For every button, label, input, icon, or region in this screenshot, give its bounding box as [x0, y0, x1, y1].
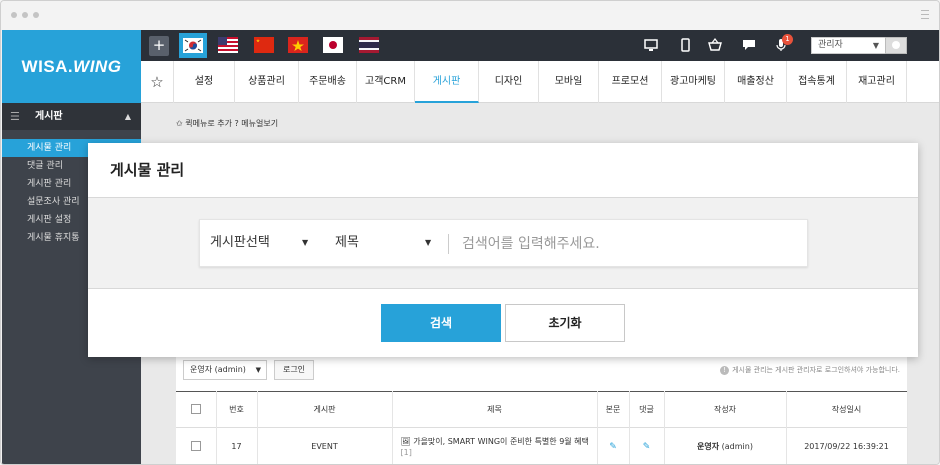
browser-window: WISA. WING + 1 관리자 ▼ ☆ 설정 상품관리 주문배송 고객CR…	[0, 0, 940, 465]
notice-text: 게시물 관리는 게시판 관리자로 로그인하셔야 가능합니다.	[732, 366, 900, 374]
hamburger-icon[interactable]	[921, 10, 929, 19]
top-bar: + 1 관리자 ▼	[141, 30, 939, 61]
col-board: 게시판	[257, 391, 393, 428]
main-nav: ☆ 설정 상품관리 주문배송 고객CRM 게시판 디자인 모바일 프로모션 광고…	[141, 61, 939, 103]
window-chrome	[1, 1, 939, 30]
author-name: 운영자	[697, 442, 720, 452]
info-icon: !	[720, 366, 730, 375]
add-site-button[interactable]: +	[149, 36, 169, 56]
quick-add-link[interactable]: 퀵메뉴로 추가	[185, 119, 232, 128]
col-comment: 댓글	[629, 391, 665, 428]
favorite-star-icon[interactable]: ☆	[141, 61, 174, 103]
nav-item-inventory[interactable]: 재고관리	[847, 61, 907, 103]
admin-select[interactable]: 운영자 (admin) ▼	[183, 360, 267, 380]
board-list: 운영자 (admin) ▼ 로그인 ! 게시물 관리는 게시판 관리자로 로그인하…	[176, 353, 908, 464]
mobile-icon[interactable]	[678, 38, 692, 52]
nav-item-promotion[interactable]: 프로모션	[599, 61, 662, 103]
login-button[interactable]: 로그인	[274, 360, 314, 380]
edit-icon[interactable]: ✎	[643, 442, 651, 452]
logo[interactable]: WISA. WING	[2, 30, 141, 103]
desktop-icon[interactable]	[644, 38, 658, 52]
japan-flag-icon[interactable]	[323, 37, 343, 53]
korea-flag-icon[interactable]	[179, 33, 207, 58]
vietnam-flag-icon[interactable]	[288, 37, 308, 53]
caret-down-icon: ▼	[872, 41, 879, 50]
nav-item-stats[interactable]: 접속통계	[787, 61, 847, 103]
caret-down-icon: ▼	[302, 238, 309, 247]
question-icon: ?	[234, 119, 239, 128]
sidebar-header[interactable]: ☰ 게시판 ▲	[2, 103, 141, 130]
notification-badge: 1	[782, 34, 793, 45]
nav-item-settings[interactable]: 설정	[174, 61, 235, 103]
admin-select-value: 운영자 (admin)	[190, 365, 246, 374]
nav-item-sales[interactable]: 매출정산	[725, 61, 787, 103]
nav-item-orders[interactable]: 주문배송	[299, 61, 357, 103]
list-icon: ☰	[10, 110, 20, 123]
modal-title: 게시물 관리	[88, 143, 918, 198]
avatar[interactable]	[885, 37, 907, 54]
login-notice: ! 게시물 관리는 게시판 관리자로 로그인하셔야 가능합니다.	[720, 365, 900, 375]
usa-flag-icon[interactable]	[218, 37, 238, 53]
china-flag-icon[interactable]	[254, 37, 274, 53]
row-board: EVENT	[257, 427, 393, 464]
star-icon: ✩	[176, 119, 183, 128]
sidebar-title: 게시판	[35, 111, 63, 122]
table-header-row: 번호 게시판 제목 본문 댓글 작성자 작성일시	[176, 391, 908, 428]
caret-down-icon: ▼	[255, 366, 261, 374]
select-all-checkbox[interactable]	[176, 391, 217, 428]
search-input[interactable]	[462, 229, 792, 259]
row-comment-edit[interactable]: ✎	[629, 427, 665, 464]
logo-main: WISA.	[21, 56, 74, 76]
row-checkbox[interactable]	[176, 427, 217, 464]
col-title: 제목	[392, 391, 598, 428]
table-row: 17 EVENT 🖼 가을맞이, SMART WING이 준비한 특별한 9월 …	[176, 427, 908, 464]
manual-link[interactable]: 메뉴얼보기	[241, 119, 278, 128]
nav-item-crm[interactable]: 고객CRM	[357, 61, 415, 103]
field-select-value: 제목	[335, 235, 359, 250]
posts-table: 번호 게시판 제목 본문 댓글 작성자 작성일시 17 EVENT 🖼 가을맞이…	[176, 391, 908, 464]
nav-item-products[interactable]: 상품관리	[235, 61, 299, 103]
modal-body: 게시판선택 ▼ 제목 ▼	[88, 198, 918, 288]
reset-button[interactable]: 초기화	[505, 304, 625, 342]
board-select-value: 게시판선택	[210, 235, 270, 250]
modal-footer: 검색 초기화	[88, 288, 918, 357]
col-no: 번호	[216, 391, 258, 428]
row-title-text[interactable]: 가을맞이, SMART WING이 준비한 특별한 9월 혜택	[413, 437, 589, 446]
user-select[interactable]: 관리자 ▼	[811, 37, 886, 54]
row-comment-count: [1]	[400, 447, 412, 457]
row-content-edit[interactable]: ✎	[597, 427, 630, 464]
row-date: 2017/09/22 16:39:21	[786, 427, 908, 464]
quick-menu: ✩ 퀵메뉴로 추가 ? 메뉴얼보기	[176, 118, 278, 129]
board-select[interactable]: 게시판선택 ▼	[210, 220, 320, 268]
field-select[interactable]: 제목 ▼	[335, 220, 440, 268]
divider	[448, 234, 449, 254]
col-author: 작성자	[664, 391, 787, 428]
search-modal: 게시물 관리 게시판선택 ▼ 제목 ▼ 검색 초기화	[88, 143, 918, 357]
thailand-flag-icon[interactable]	[359, 37, 379, 53]
row-author: 운영자 (admin)	[664, 427, 787, 464]
row-title[interactable]: 🖼 가을맞이, SMART WING이 준비한 특별한 9월 혜택 [1]	[392, 427, 598, 464]
nav-item-marketing[interactable]: 광고마케팅	[662, 61, 725, 103]
nav-item-mobile[interactable]: 모바일	[539, 61, 599, 103]
basket-icon[interactable]	[708, 38, 722, 52]
row-no: 17	[216, 427, 258, 464]
chat-icon[interactable]	[742, 38, 756, 52]
post-image-icon: 🖼	[400, 436, 411, 446]
collapse-icon[interactable]: ▲	[125, 103, 131, 130]
col-date: 작성일시	[786, 391, 908, 428]
search-box: 게시판선택 ▼ 제목 ▼	[199, 219, 808, 267]
logo-sub: WING	[73, 56, 122, 76]
search-button[interactable]: 검색	[381, 304, 501, 342]
window-dots	[11, 12, 39, 18]
nav-item-board[interactable]: 게시판	[415, 61, 479, 103]
user-select-value: 관리자	[818, 40, 843, 50]
col-content: 본문	[597, 391, 630, 428]
author-id: (admin)	[721, 442, 753, 452]
caret-down-icon: ▼	[425, 238, 432, 247]
edit-icon[interactable]: ✎	[609, 442, 617, 452]
nav-item-design[interactable]: 디자인	[479, 61, 539, 103]
